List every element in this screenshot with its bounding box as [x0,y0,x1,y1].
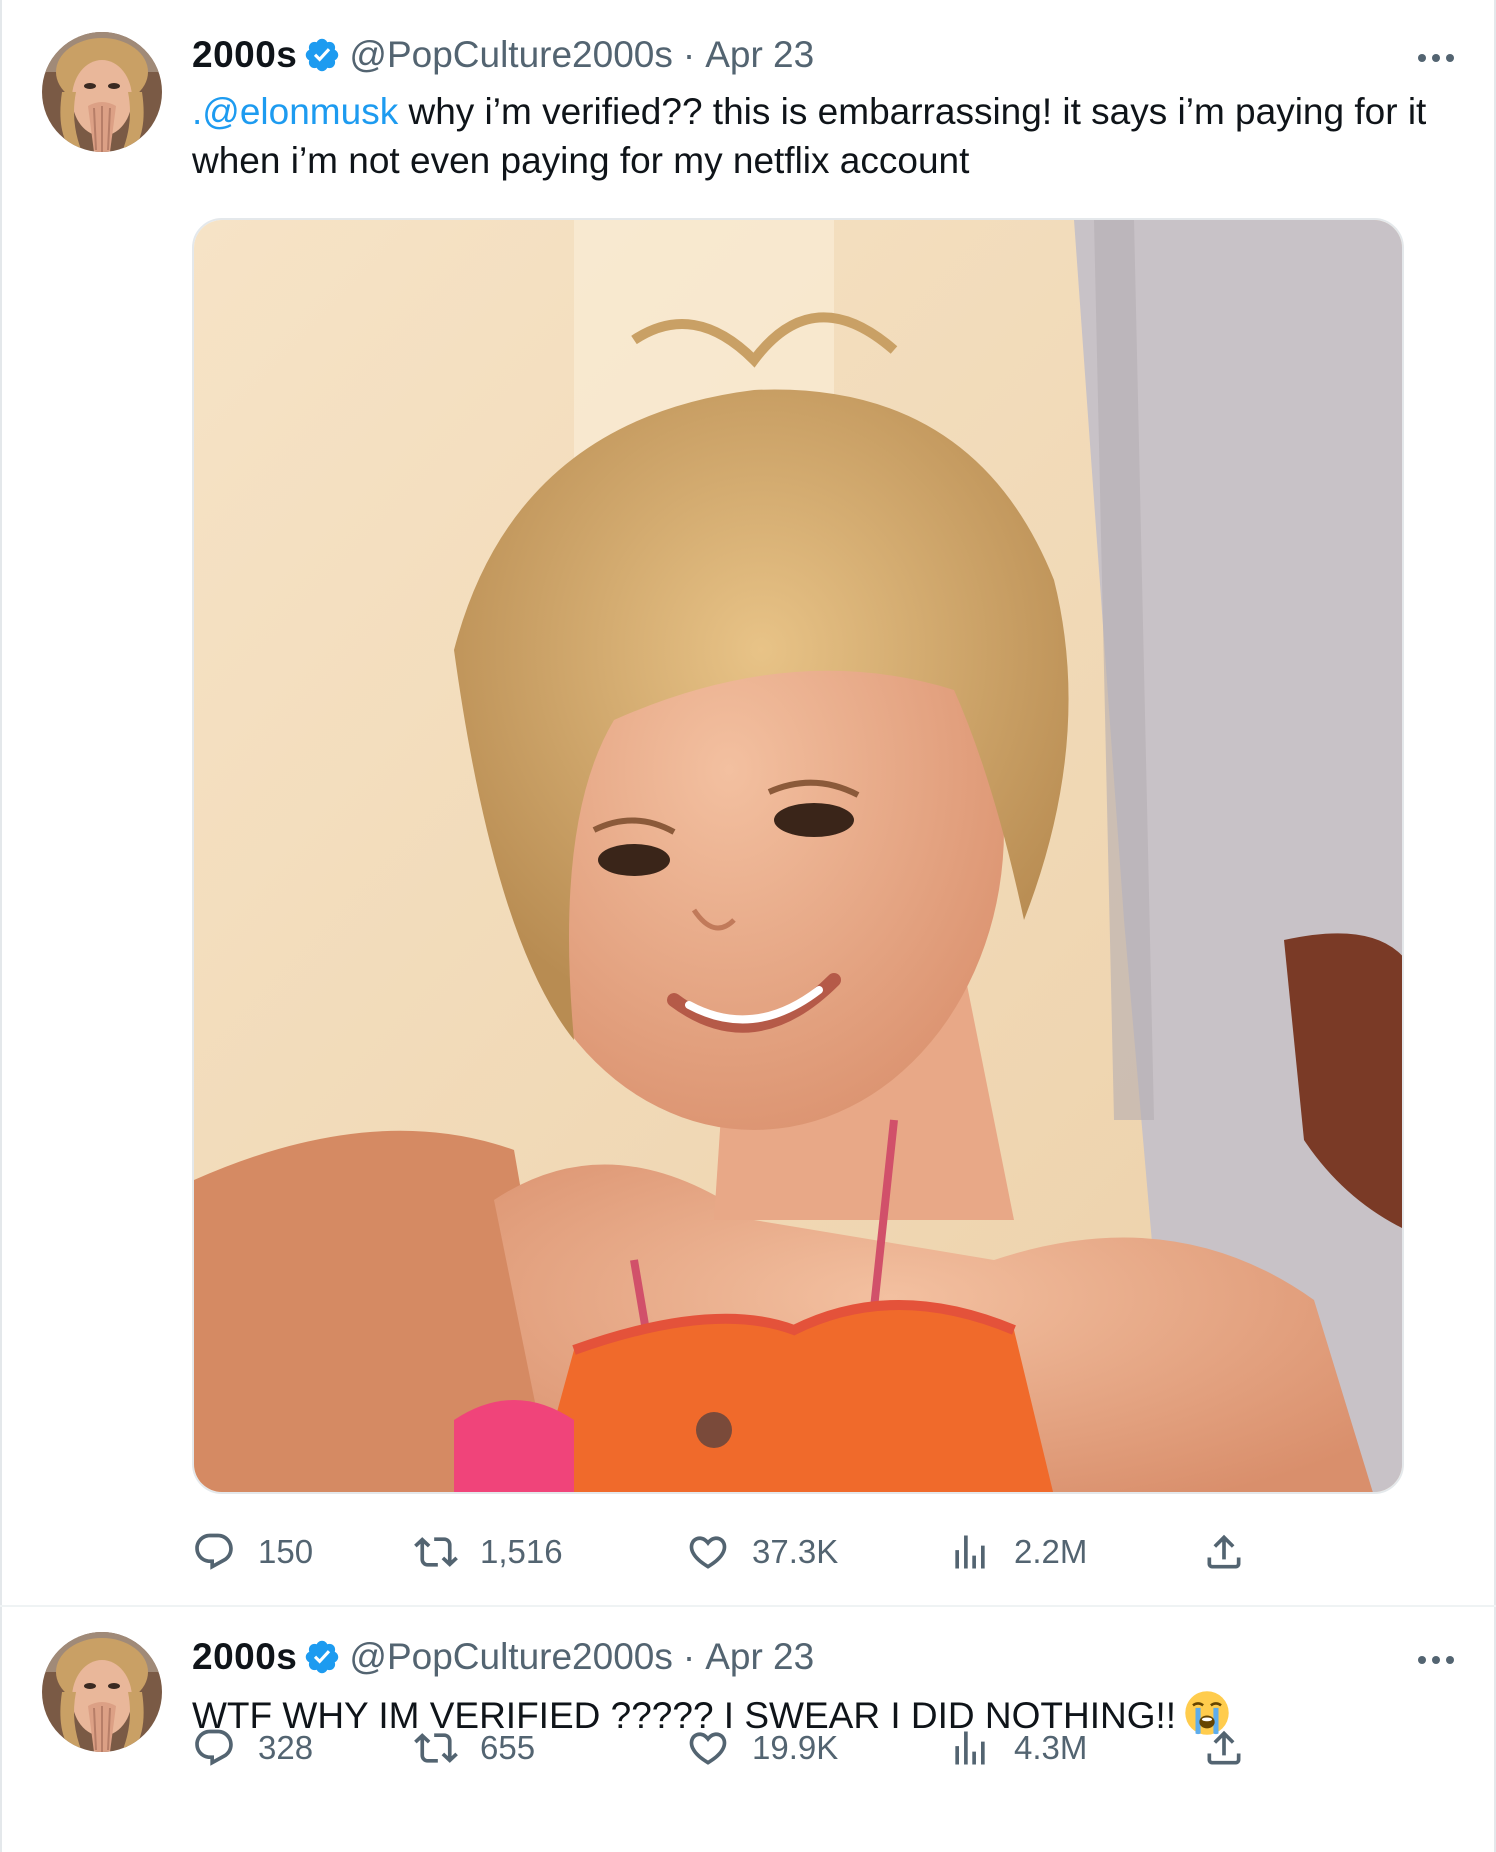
user-handle[interactable]: @PopCulture2000s [349,34,672,76]
avatar-image [42,1632,162,1752]
reply-count: 328 [258,1729,314,1766]
display-name[interactable]: 2000s [192,1636,297,1678]
verified-badge-icon[interactable] [303,1638,341,1676]
tweet-photo[interactable] [192,218,1404,1494]
action-bar: 150 1,516 37.3K 2.2M [192,1524,1302,1580]
retweet-icon [414,1537,458,1567]
like-button[interactable]: 37.3K [686,1524,838,1580]
separator-dot: · [682,34,696,75]
separator-dot: · [682,1636,696,1677]
views-chart-icon [955,1731,985,1765]
tweet-date[interactable]: Apr 23 [705,34,814,76]
reply-button[interactable]: 328 [192,1720,313,1776]
reply-count: 150 [258,1533,314,1570]
heart-icon [689,1732,727,1765]
like-count: 19.9K [752,1729,839,1766]
display-name[interactable]: 2000s [192,34,297,76]
reply-button[interactable]: 150 [192,1524,313,1580]
views-count: 2.2M [1014,1533,1088,1570]
share-icon [1207,1730,1241,1765]
tweet-header: 2000s @PopCulture2000s · Apr 23 [192,30,814,80]
tweet-divider [0,1605,1496,1607]
reply-icon [195,1729,233,1766]
tweet-date[interactable]: Apr 23 [705,1636,814,1678]
avatar-image [42,32,162,152]
share-icon [1207,1534,1241,1569]
views-chart-icon [955,1535,985,1569]
views-count: 4.3M [1014,1729,1088,1766]
avatar[interactable] [42,1632,162,1752]
share-button[interactable] [1202,1720,1246,1776]
like-button[interactable]: 19.9K [686,1720,838,1776]
retweet-button[interactable]: 1,516 [414,1524,563,1580]
tweet-header: 2000s @PopCulture2000s · Apr 23 [192,1632,814,1682]
retweet-count: 1,516 [480,1533,563,1570]
more-options-icon[interactable] [1414,1638,1458,1682]
tweet[interactable]: 2000s @PopCulture2000s · Apr 23 .@elonmu… [0,0,1496,1606]
tweet-text: .@elonmusk why i’m verified?? this is em… [192,87,1462,185]
retweet-button[interactable]: 655 [414,1720,535,1776]
more-options-icon[interactable] [1414,36,1458,80]
photo-woman-smiling [194,220,1402,1492]
like-count: 37.3K [752,1533,839,1570]
avatar[interactable] [42,32,162,152]
verified-badge-icon[interactable] [303,36,341,74]
views-button[interactable]: 4.3M [948,1720,1087,1776]
tweet[interactable]: 2000s @PopCulture2000s · Apr 23 WTF WHY … [0,1608,1496,1852]
mention-link[interactable]: .@elonmusk [192,91,398,132]
retweet-count: 655 [480,1729,536,1766]
views-button[interactable]: 2.2M [948,1524,1087,1580]
user-handle[interactable]: @PopCulture2000s [349,1636,672,1678]
heart-icon [689,1536,727,1569]
share-button[interactable] [1202,1524,1246,1580]
action-bar: 328 655 19.9K 4.3M [192,1720,1302,1776]
reply-icon [195,1533,233,1570]
retweet-icon [414,1733,458,1763]
